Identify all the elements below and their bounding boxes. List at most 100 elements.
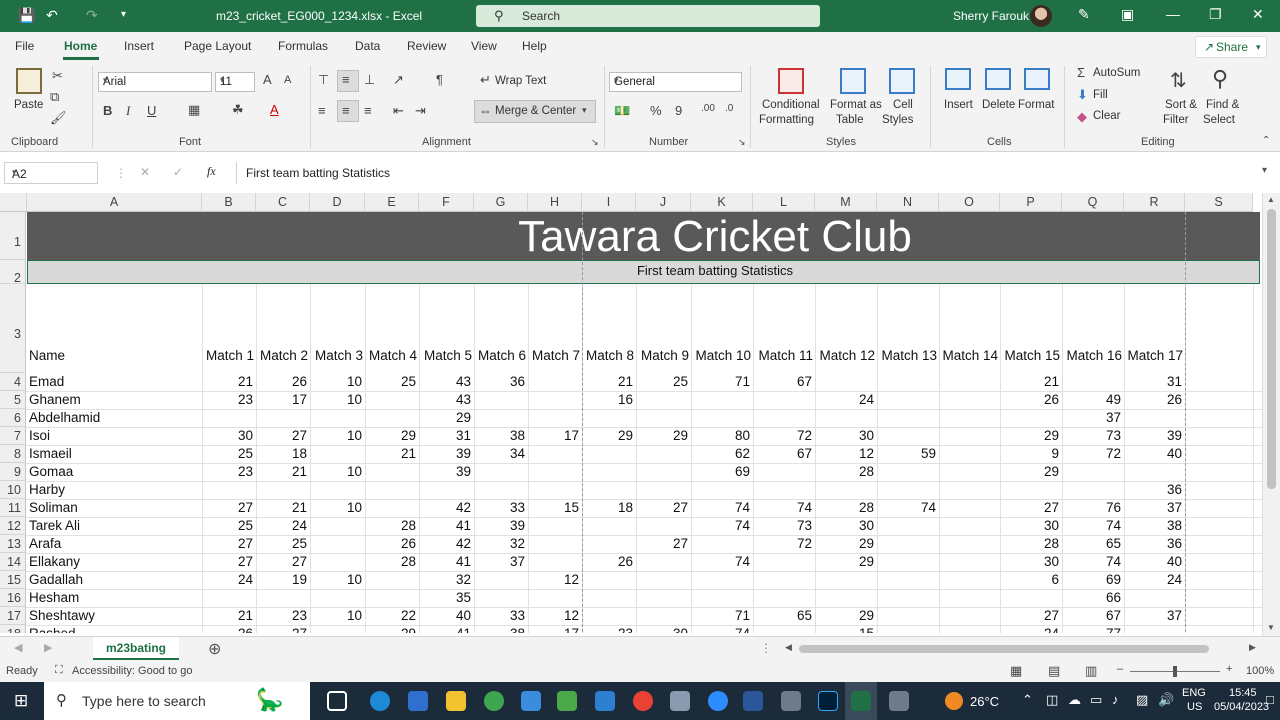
score-cell[interactable]: 33: [474, 500, 528, 515]
score-cell[interactable]: 39: [474, 518, 528, 533]
undo-icon[interactable]: ↶: [46, 7, 58, 24]
score-cell[interactable]: 39: [419, 464, 474, 479]
score-cell[interactable]: 72: [1062, 446, 1124, 461]
column-header[interactable]: I: [582, 193, 636, 212]
text-direction-icon[interactable]: ¶: [436, 72, 443, 87]
sort-filter-label-1[interactable]: Sort &: [1165, 99, 1197, 111]
score-cell[interactable]: 65: [1062, 536, 1124, 551]
column-header[interactable]: P: [1000, 193, 1062, 212]
file-explorer-icon[interactable]: [446, 691, 466, 711]
insert-cells-button[interactable]: Insert: [944, 99, 973, 111]
score-cell[interactable]: 38: [474, 428, 528, 443]
header-cell-match[interactable]: Match 15: [1000, 348, 1062, 363]
score-cell[interactable]: 37: [1124, 608, 1185, 623]
align-left-icon[interactable]: ≡: [318, 103, 326, 118]
currency-icon[interactable]: 💵: [614, 103, 630, 119]
tab-help[interactable]: Help: [522, 39, 547, 53]
tab-page-layout[interactable]: Page Layout: [184, 39, 251, 53]
scroll-left-icon[interactable]: ◀: [785, 642, 792, 653]
score-cell[interactable]: 36: [474, 374, 528, 389]
tab-insert[interactable]: Insert: [124, 39, 154, 53]
font-color-icon[interactable]: A: [270, 102, 279, 117]
edge-icon[interactable]: [370, 691, 390, 711]
column-header[interactable]: M: [815, 193, 877, 212]
photoshop-icon[interactable]: [818, 691, 838, 711]
copy-icon[interactable]: ⧉: [50, 89, 59, 105]
delete-cells-button[interactable]: Delete: [982, 99, 1015, 111]
score-cell[interactable]: 73: [753, 518, 815, 533]
column-header[interactable]: G: [474, 193, 528, 212]
clear-button[interactable]: Clear: [1093, 110, 1120, 122]
store-icon[interactable]: [408, 691, 428, 711]
score-cell[interactable]: 40: [1124, 554, 1185, 569]
conditional-formatting-label-2[interactable]: Formatting: [759, 114, 814, 126]
tab-view[interactable]: View: [471, 39, 497, 53]
score-cell[interactable]: 12: [528, 608, 582, 623]
score-cell[interactable]: 43: [419, 374, 474, 389]
header-cell-match[interactable]: Match 2: [256, 348, 310, 363]
header-cell-match[interactable]: Match 14: [939, 348, 1000, 363]
scroll-up-icon[interactable]: ▲: [1267, 195, 1275, 204]
score-cell[interactable]: 28: [815, 500, 877, 515]
header-cell-match[interactable]: Match 12: [815, 348, 877, 363]
app-icon[interactable]: [889, 691, 909, 711]
column-header[interactable]: O: [939, 193, 1000, 212]
sort-filter-label-2[interactable]: Filter: [1163, 114, 1189, 126]
row-header[interactable]: 16: [0, 589, 26, 607]
region[interactable]: US: [1187, 701, 1202, 713]
normal-view-icon[interactable]: ▦: [1010, 663, 1022, 679]
tab-file[interactable]: File: [15, 39, 34, 53]
score-cell[interactable]: 26: [1124, 392, 1185, 407]
score-cell[interactable]: 40: [419, 608, 474, 623]
sheet-tab-m23bating[interactable]: m23bating: [93, 637, 179, 661]
clock-date[interactable]: 05/04/2023: [1214, 701, 1269, 713]
network-icon[interactable]: ▨: [1136, 692, 1148, 708]
score-cell[interactable]: 17: [528, 428, 582, 443]
app-icon[interactable]: [557, 691, 577, 711]
score-cell[interactable]: 30: [636, 626, 691, 633]
score-cell[interactable]: 24: [202, 572, 256, 587]
score-cell[interactable]: 71: [691, 374, 753, 389]
maximize-icon[interactable]: ❐: [1209, 6, 1222, 23]
score-cell[interactable]: 22: [365, 608, 419, 623]
score-cell[interactable]: 25: [202, 446, 256, 461]
player-name-cell[interactable]: Harby: [29, 482, 204, 497]
pen-icon[interactable]: ✎: [1078, 6, 1090, 23]
score-cell[interactable]: 10: [310, 428, 365, 443]
score-cell[interactable]: 25: [636, 374, 691, 389]
score-cell[interactable]: 9: [1000, 446, 1062, 461]
score-cell[interactable]: 41: [419, 518, 474, 533]
score-cell[interactable]: 27: [256, 554, 310, 569]
score-cell[interactable]: 23: [256, 608, 310, 623]
row-header[interactable]: 2: [0, 260, 26, 285]
score-cell[interactable]: 74: [691, 626, 753, 633]
score-cell[interactable]: 67: [753, 374, 815, 389]
header-cell-match[interactable]: Match 3: [310, 348, 365, 363]
column-header[interactable]: S: [1185, 193, 1253, 212]
find-select-label-2[interactable]: Select: [1203, 114, 1235, 126]
score-cell[interactable]: 38: [1124, 518, 1185, 533]
format-as-table-label-1[interactable]: Format as: [830, 99, 882, 111]
zoom-out-icon[interactable]: –: [1117, 663, 1123, 675]
score-cell[interactable]: 28: [365, 554, 419, 569]
player-name-cell[interactable]: Ghanem: [29, 392, 204, 407]
formula-input[interactable]: First team batting Statistics: [236, 162, 1276, 184]
cancel-icon[interactable]: ✕: [140, 165, 150, 179]
fill-color-icon[interactable]: ☘: [232, 102, 244, 118]
score-cell[interactable]: 37: [1124, 500, 1185, 515]
temperature[interactable]: 26°C: [970, 694, 999, 709]
score-cell[interactable]: 30: [202, 428, 256, 443]
score-cell[interactable]: 27: [256, 626, 310, 633]
score-cell[interactable]: 10: [310, 608, 365, 623]
score-cell[interactable]: 19: [256, 572, 310, 587]
zoom-icon[interactable]: [708, 691, 728, 711]
player-name-cell[interactable]: Rashed: [29, 626, 204, 633]
player-name-cell[interactable]: Ellakany: [29, 554, 204, 569]
score-cell[interactable]: 24: [256, 518, 310, 533]
score-cell[interactable]: 10: [310, 572, 365, 587]
percent-icon[interactable]: %: [650, 103, 662, 118]
score-cell[interactable]: 10: [310, 500, 365, 515]
score-cell[interactable]: 21: [1000, 374, 1062, 389]
font-size-select[interactable]: 11 ▾: [215, 72, 255, 92]
score-cell[interactable]: 27: [1000, 608, 1062, 623]
